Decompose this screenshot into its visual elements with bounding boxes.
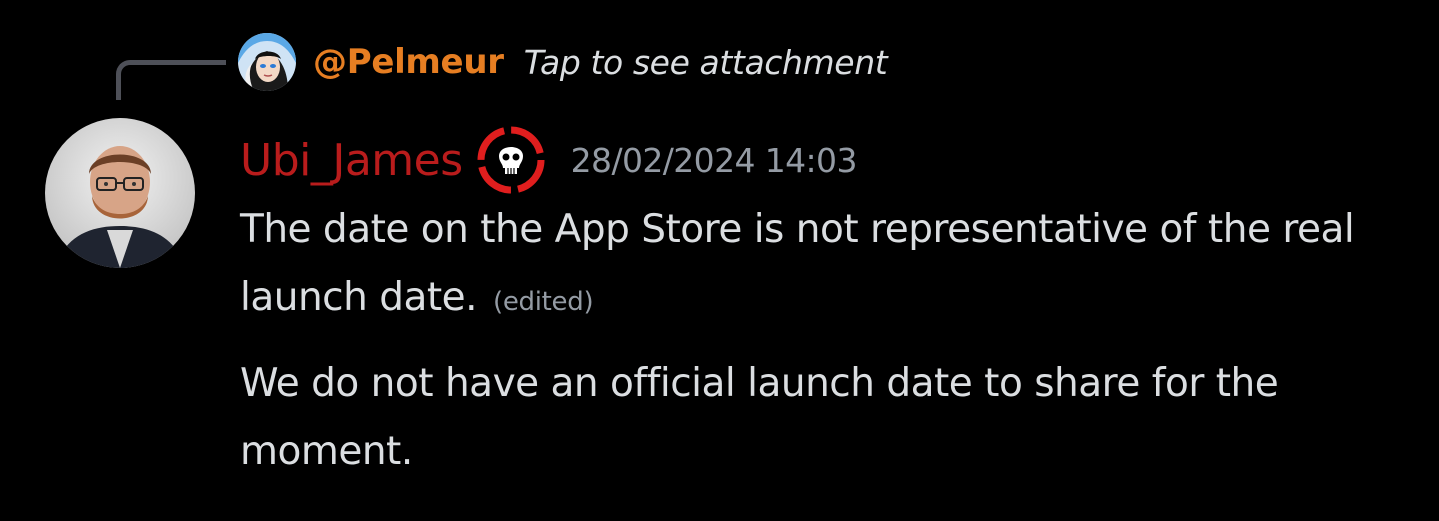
edited-indicator: (edited) — [492, 287, 594, 317]
message-header: Ubi_James 28/02/2024 14:03 — [240, 125, 857, 195]
message-timestamp: 28/02/2024 14:03 — [570, 140, 858, 180]
anime-character-avatar-icon — [238, 33, 296, 91]
skull-crosshair-badge-icon[interactable] — [477, 126, 545, 194]
reply-author-name[interactable]: @Pelmeur — [313, 42, 504, 82]
message-content: The date on the App Store is not represe… — [240, 196, 1420, 486]
message-paragraph: We do not have an official launch date t… — [240, 350, 1420, 486]
message-paragraph-text: We do not have an official launch date t… — [240, 361, 1279, 474]
author-avatar[interactable] — [45, 118, 195, 268]
reply-preview-text[interactable]: Tap to see attachment — [524, 43, 888, 82]
message-paragraph: The date on the App Store is not represe… — [240, 196, 1420, 336]
author-name[interactable]: Ubi_James — [240, 135, 463, 186]
user-portrait-avatar — [45, 118, 195, 268]
message-paragraph-text: The date on the App Store is not represe… — [240, 207, 1355, 320]
reply-author-avatar[interactable] — [238, 33, 296, 91]
reply-reference[interactable]: @Pelmeur Tap to see attachment — [238, 33, 888, 91]
reply-connector-line — [116, 60, 226, 100]
